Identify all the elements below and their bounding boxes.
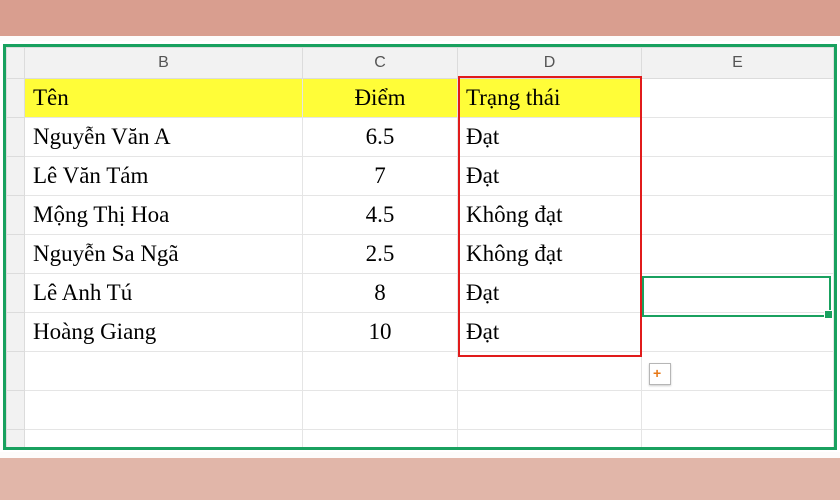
table-row: Mộng Thị Hoa 4.5 Không đạt	[7, 196, 834, 235]
column-header-row: B C D E	[7, 48, 834, 79]
column-header-e[interactable]: E	[642, 48, 834, 79]
cell-name[interactable]: Nguyễn Sa Ngã	[25, 235, 303, 274]
row-header[interactable]	[7, 118, 25, 157]
cell-empty[interactable]	[25, 391, 303, 430]
cell-score[interactable]: 7	[303, 157, 458, 196]
column-header-c[interactable]: C	[303, 48, 458, 79]
cell-empty[interactable]	[642, 274, 834, 313]
cell-status[interactable]: Không đạt	[458, 196, 642, 235]
cell-name[interactable]: Lê Anh Tú	[25, 274, 303, 313]
cell-empty[interactable]	[458, 391, 642, 430]
cell-empty[interactable]	[303, 430, 458, 451]
row-header[interactable]	[7, 391, 25, 430]
cell-empty[interactable]	[642, 391, 834, 430]
cell-name[interactable]: Lê Văn Tám	[25, 157, 303, 196]
cell-empty[interactable]	[25, 352, 303, 391]
corner-cell[interactable]	[7, 48, 25, 79]
cell-empty[interactable]	[642, 79, 834, 118]
header-status[interactable]: Trạng thái	[458, 79, 642, 118]
cell-empty[interactable]	[642, 430, 834, 451]
cell-status[interactable]: Không đạt	[458, 235, 642, 274]
row-header[interactable]	[7, 274, 25, 313]
cell-score[interactable]: 2.5	[303, 235, 458, 274]
cell-score[interactable]: 10	[303, 313, 458, 352]
table-row: Lê Văn Tám 7 Đạt	[7, 157, 834, 196]
cell-empty[interactable]	[642, 157, 834, 196]
header-name[interactable]: Tên	[25, 79, 303, 118]
header-score[interactable]: Điểm	[303, 79, 458, 118]
table-row: Hoàng Giang 10 Đạt	[7, 313, 834, 352]
cell-score[interactable]: 8	[303, 274, 458, 313]
table-row: Nguyễn Văn A 6.5 Đạt	[7, 118, 834, 157]
cell-score[interactable]: 4.5	[303, 196, 458, 235]
table-header-row: Tên Điểm Trạng thái	[7, 79, 834, 118]
row-header[interactable]	[7, 430, 25, 451]
cell-empty[interactable]	[458, 352, 642, 391]
cell-empty[interactable]	[642, 313, 834, 352]
screenshot-frame: B C D E Tên Điểm Trạng thái Nguyễn Văn A…	[0, 0, 840, 500]
cell-empty[interactable]	[642, 196, 834, 235]
cell-empty[interactable]	[303, 352, 458, 391]
decorative-band-bottom	[0, 458, 840, 500]
row-header[interactable]	[7, 313, 25, 352]
cell-status[interactable]: Đạt	[458, 274, 642, 313]
cell-score[interactable]: 6.5	[303, 118, 458, 157]
table-row: Nguyễn Sa Ngã 2.5 Không đạt	[7, 235, 834, 274]
cell-status[interactable]: Đạt	[458, 157, 642, 196]
row-header[interactable]	[7, 196, 25, 235]
table-row: Lê Anh Tú 8 Đạt	[7, 274, 834, 313]
cell-name[interactable]: Mộng Thị Hoa	[25, 196, 303, 235]
table-row	[7, 430, 834, 451]
cell-name[interactable]: Nguyễn Văn A	[25, 118, 303, 157]
spreadsheet-viewport[interactable]: B C D E Tên Điểm Trạng thái Nguyễn Văn A…	[3, 44, 837, 450]
cell-empty[interactable]	[25, 430, 303, 451]
cell-name[interactable]: Hoàng Giang	[25, 313, 303, 352]
autofill-options-button[interactable]	[649, 363, 671, 385]
cell-empty[interactable]	[303, 391, 458, 430]
row-header[interactable]	[7, 79, 25, 118]
decorative-band-top	[0, 0, 840, 36]
column-header-d[interactable]: D	[458, 48, 642, 79]
table-row	[7, 352, 834, 391]
row-header[interactable]	[7, 235, 25, 274]
cell-empty[interactable]	[642, 235, 834, 274]
cell-status[interactable]: Đạt	[458, 313, 642, 352]
table-row	[7, 391, 834, 430]
row-header[interactable]	[7, 157, 25, 196]
row-header[interactable]	[7, 352, 25, 391]
cell-empty[interactable]	[458, 430, 642, 451]
cell-status[interactable]: Đạt	[458, 118, 642, 157]
cell-empty[interactable]	[642, 118, 834, 157]
spreadsheet-grid[interactable]: B C D E Tên Điểm Trạng thái Nguyễn Văn A…	[6, 47, 834, 450]
column-header-b[interactable]: B	[25, 48, 303, 79]
